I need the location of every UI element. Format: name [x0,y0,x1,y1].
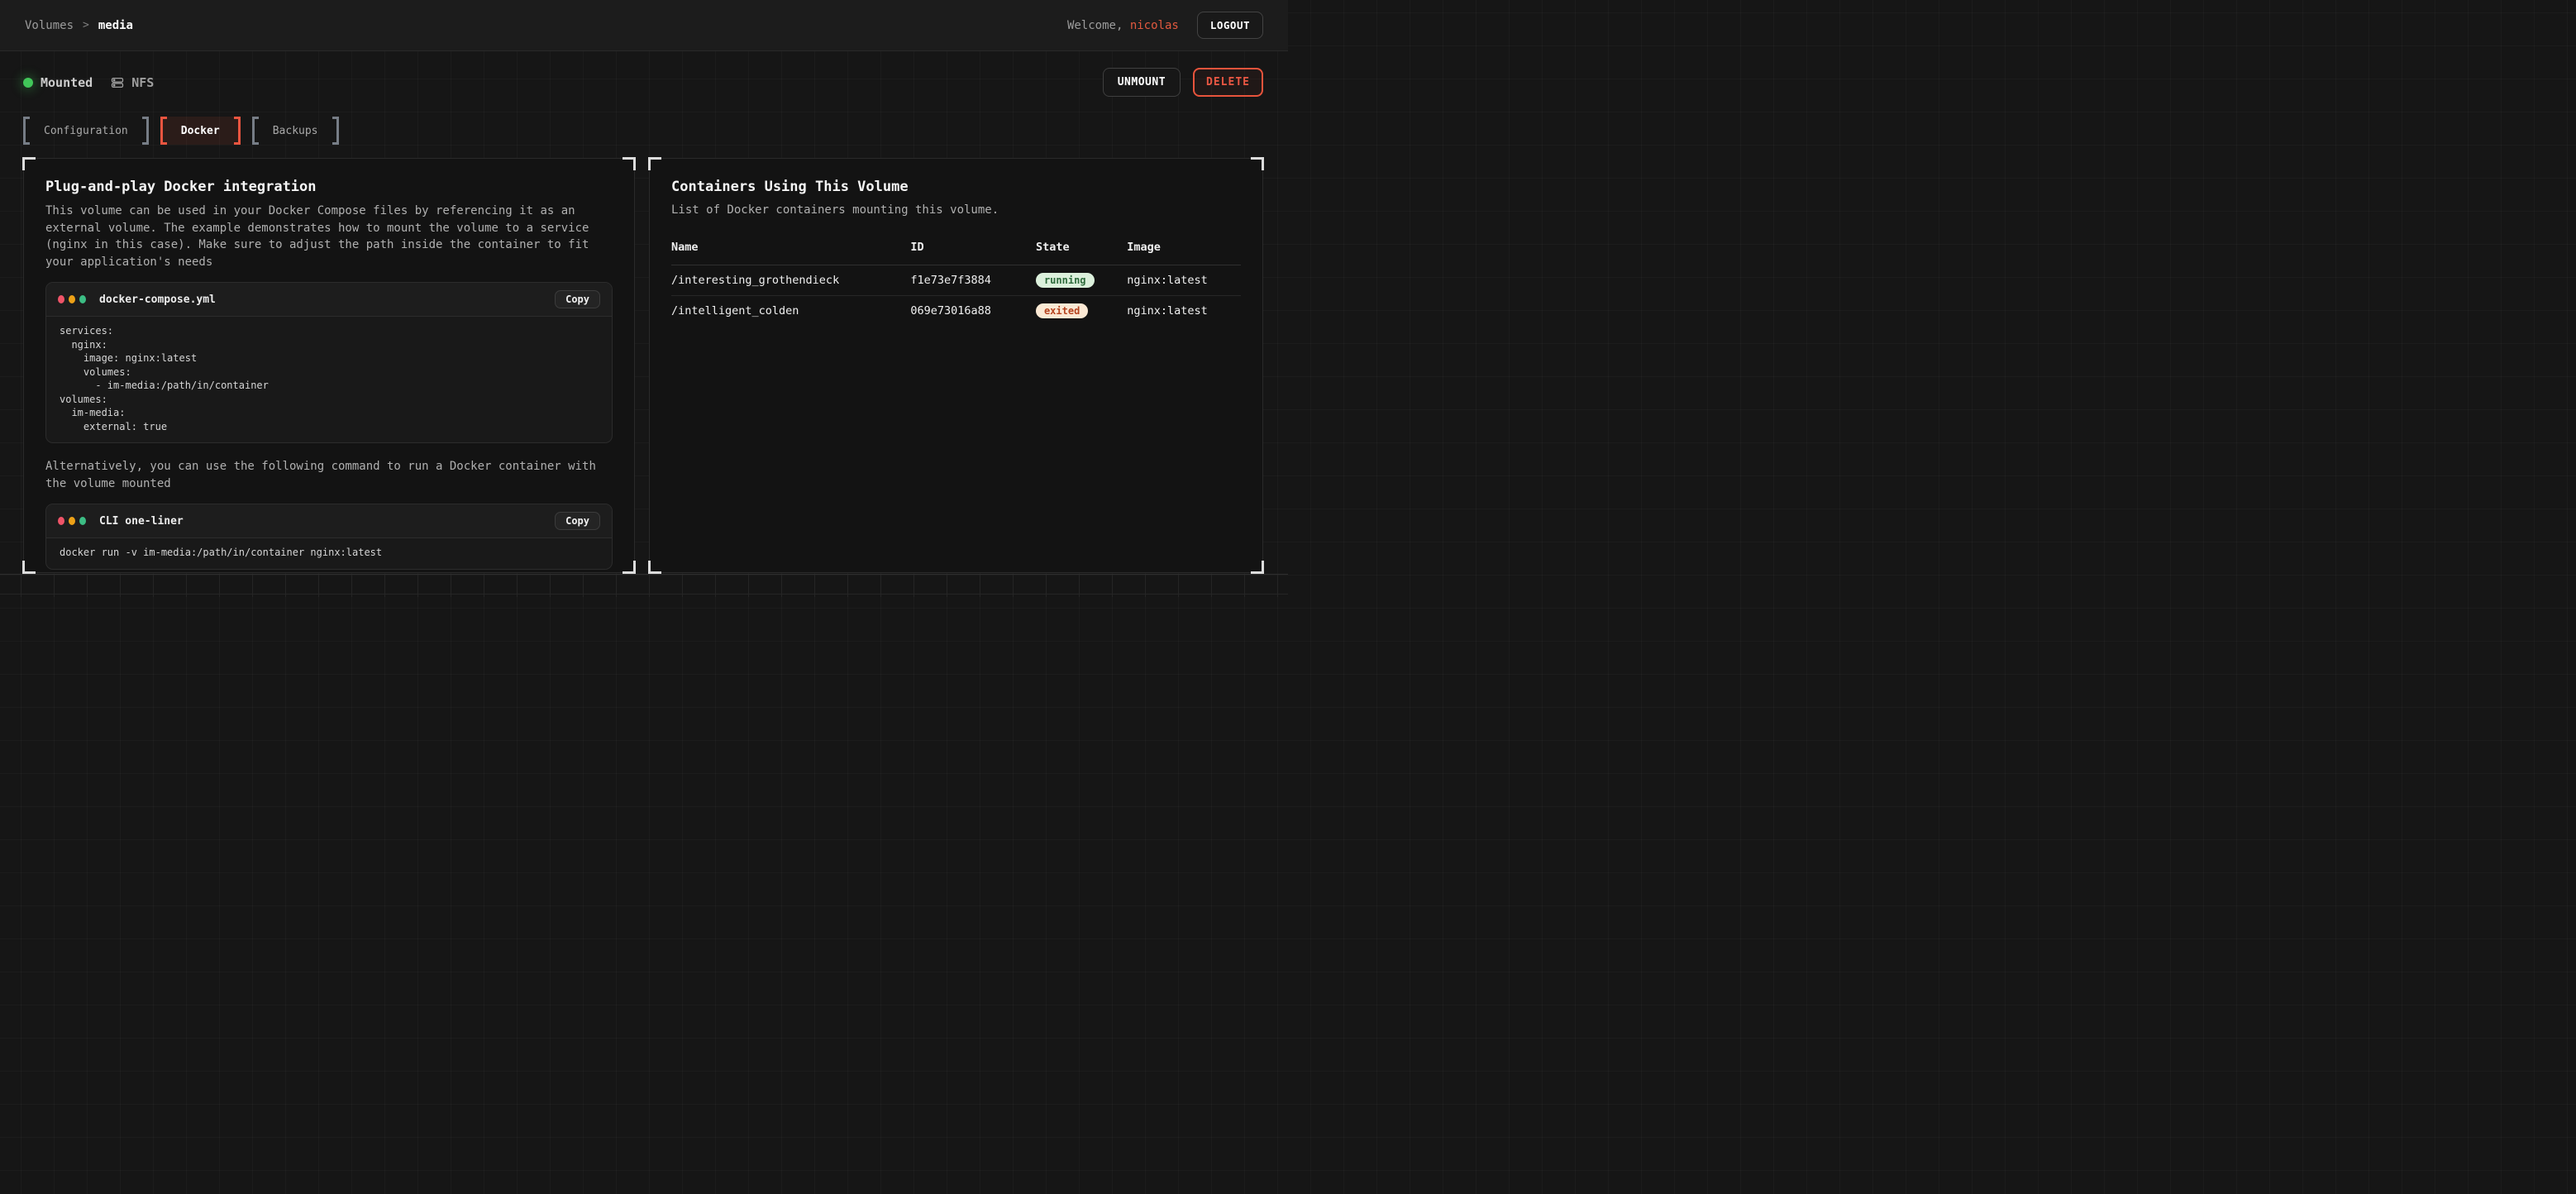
traffic-light-amber-icon [69,517,75,525]
corner-bracket-decoration [22,157,36,170]
corner-bracket-decoration [1251,157,1264,170]
cli-code-body: docker run -v im-media:/path/in/containe… [46,538,612,569]
mounted-status: Mounted [23,75,93,90]
panels-row: Plug-and-play Docker integration This vo… [23,158,1263,573]
copy-cli-button[interactable]: Copy [555,512,600,530]
compose-code-text: services: nginx: image: nginx:latest vol… [60,324,599,433]
volume-status-group: Mounted NFS [23,75,154,90]
nfs-label: NFS [131,75,154,90]
compose-filename: docker-compose.yml [99,294,555,306]
bracket-icon [142,117,149,145]
logout-button[interactable]: LOGOUT [1197,12,1263,39]
top-bar: Volumes > media Welcome, nicolas LOGOUT [0,0,1288,51]
cli-intro-text: Alternatively, you can use the following… [45,458,613,492]
status-row: Mounted NFS UNMOUNT DELETE [23,68,1263,97]
breadcrumb-current-page: media [98,19,133,32]
containers-table: Name ID State Image /interesting_grothen… [671,241,1241,326]
delete-button[interactable]: DELETE [1193,68,1263,97]
traffic-light-amber-icon [69,295,75,303]
cli-block-name: CLI one-liner [99,515,555,528]
corner-bracket-decoration [623,157,636,170]
column-header-image: Image [1127,241,1241,265]
docker-integration-panel: Plug-and-play Docker integration This vo… [23,158,635,573]
status-badge: running [1036,273,1095,288]
column-header-name: Name [671,241,910,265]
bracket-icon [252,117,259,145]
nfs-type-indicator: NFS [111,75,154,90]
compose-code-body: services: nginx: image: nginx:latest vol… [46,317,612,442]
copy-compose-button[interactable]: Copy [555,290,600,308]
tab-docker[interactable]: Docker [160,117,241,145]
welcome-text: Welcome, nicolas [1067,19,1179,32]
status-badge: exited [1036,303,1088,318]
nfs-server-icon [111,76,124,89]
mounted-status-dot-icon [23,78,33,88]
container-name: /intelligent_colden [671,295,910,326]
breadcrumb-separator-icon: > [83,19,89,31]
corner-bracket-decoration [648,157,661,170]
container-image: nginx:latest [1127,295,1241,326]
tab-configuration-label: Configuration [30,117,142,145]
compose-code-block-header: docker-compose.yml Copy [46,283,612,317]
tabs-row: Configuration Docker Backups [23,117,1263,145]
bracket-icon [332,117,339,145]
footer-grid-band [0,574,1288,597]
compose-code-block: docker-compose.yml Copy services: nginx:… [45,282,613,443]
bracket-icon [23,117,30,145]
tab-configuration[interactable]: Configuration [23,117,149,145]
containers-panel-subtitle: List of Docker containers mounting this … [671,202,1241,219]
corner-bracket-decoration [1251,561,1264,574]
docker-panel-title: Plug-and-play Docker integration [45,179,613,195]
corner-bracket-decoration [623,561,636,574]
bracket-icon [160,117,167,145]
traffic-light-green-icon [79,517,86,525]
tab-backups-label: Backups [259,117,332,145]
volume-actions: UNMOUNT DELETE [1103,68,1263,97]
traffic-light-green-icon [79,295,86,303]
corner-bracket-decoration [648,561,661,574]
column-header-state: State [1036,241,1127,265]
main-content: Mounted NFS UNMOUNT DELETE Configuration [0,68,1288,573]
cli-code-block-header: CLI one-liner Copy [46,504,612,538]
bracket-icon [234,117,241,145]
breadcrumb-volumes-link[interactable]: Volumes [25,19,74,32]
unmount-button[interactable]: UNMOUNT [1103,68,1181,97]
welcome-prefix: Welcome, [1067,19,1123,32]
containers-panel: Containers Using This Volume List of Doc… [649,158,1263,573]
corner-bracket-decoration [22,561,36,574]
table-header-row: Name ID State Image [671,241,1241,265]
container-id: 069e73016a88 [910,295,1036,326]
topbar-right-group: Welcome, nicolas LOGOUT [1067,12,1263,39]
tab-docker-label: Docker [167,117,234,145]
table-row: /interesting_grothendieck f1e73e7f3884 r… [671,265,1241,295]
breadcrumb: Volumes > media [25,19,133,32]
username: nicolas [1130,19,1179,32]
traffic-light-red-icon [58,517,64,525]
cli-code-block: CLI one-liner Copy docker run -v im-medi… [45,504,613,570]
table-row: /intelligent_colden 069e73016a88 exited … [671,295,1241,326]
mounted-status-label: Mounted [41,75,93,90]
container-image: nginx:latest [1127,265,1241,295]
containers-panel-title: Containers Using This Volume [671,179,1241,195]
container-name: /interesting_grothendieck [671,265,910,295]
container-id: f1e73e7f3884 [910,265,1036,295]
traffic-light-red-icon [58,295,64,303]
tab-backups[interactable]: Backups [252,117,339,145]
docker-panel-description: This volume can be used in your Docker C… [45,203,613,270]
cli-code-text: docker run -v im-media:/path/in/containe… [60,546,599,560]
column-header-id: ID [910,241,1036,265]
